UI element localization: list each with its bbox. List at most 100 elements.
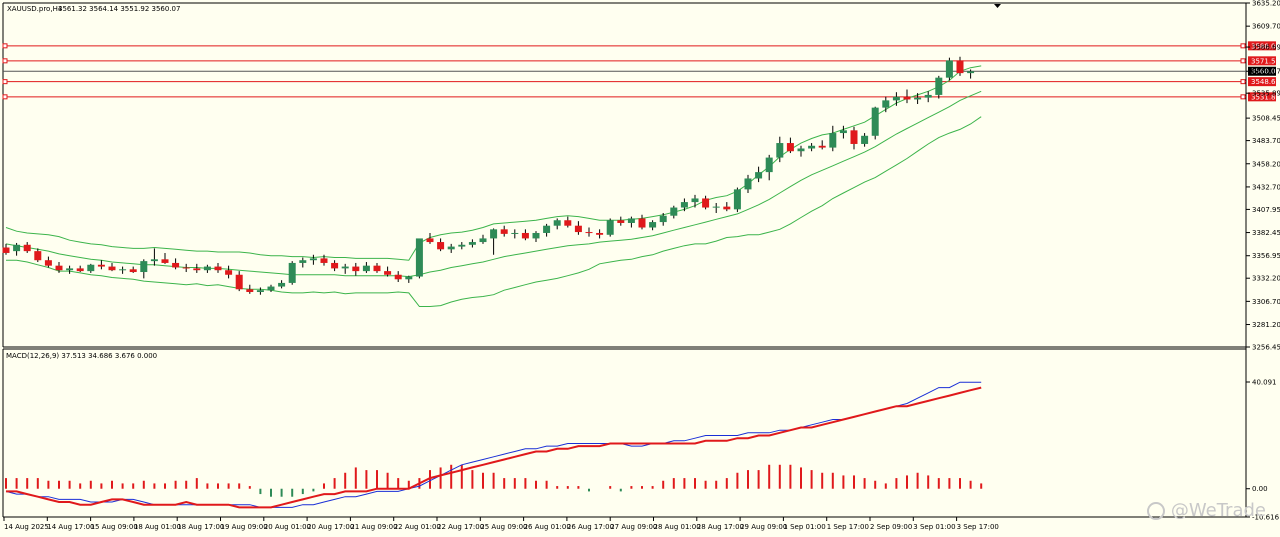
candle-body bbox=[712, 206, 720, 208]
candle-body bbox=[511, 232, 519, 234]
candle-body bbox=[776, 143, 784, 158]
time-tick-label: 21 Aug 09:00 bbox=[350, 523, 397, 531]
time-tick-label: 15 Aug 09:00 bbox=[91, 523, 138, 531]
price-tick-label: 3635.20 bbox=[1252, 0, 1280, 8]
candle-body bbox=[108, 266, 116, 271]
watermark-text: @WeTrade bbox=[1170, 500, 1266, 521]
candle-body bbox=[235, 274, 243, 290]
candle-body bbox=[649, 222, 657, 228]
candle-body bbox=[2, 247, 10, 253]
candle-body bbox=[437, 242, 445, 250]
candle-body bbox=[553, 220, 561, 226]
candle-body bbox=[914, 97, 922, 100]
candle-body bbox=[331, 262, 339, 269]
candle-body bbox=[309, 258, 317, 261]
candle-body bbox=[627, 218, 635, 223]
candle-body bbox=[924, 94, 932, 98]
price-tick-label: 3356.95 bbox=[1252, 252, 1280, 260]
candle-body bbox=[829, 133, 837, 148]
candle-body bbox=[214, 266, 222, 271]
candle-body bbox=[521, 232, 529, 239]
watermark: @WeTrade bbox=[1146, 500, 1266, 521]
price-tick-label: 3483.70 bbox=[1252, 137, 1280, 145]
time-tick-label: 26 Aug 01:00 bbox=[524, 523, 571, 531]
candle-body bbox=[34, 251, 42, 261]
candle-body bbox=[76, 268, 84, 272]
time-tick-label: 1 Sep 01:00 bbox=[783, 523, 825, 531]
candle-body bbox=[55, 265, 63, 271]
level-handle-left bbox=[2, 58, 8, 64]
candle-body bbox=[850, 130, 858, 144]
candle-body bbox=[702, 198, 710, 208]
candle-body bbox=[13, 244, 21, 252]
candle-body bbox=[617, 220, 625, 223]
wetrade-logo-icon bbox=[1146, 501, 1165, 520]
candle-body bbox=[744, 178, 752, 190]
price-tick-label: 3586.69 bbox=[1252, 44, 1280, 52]
candle-body bbox=[956, 60, 964, 74]
level-handle-right bbox=[1240, 94, 1246, 100]
candle-body bbox=[490, 229, 498, 239]
candle-body bbox=[468, 242, 476, 245]
candle-body bbox=[861, 135, 869, 144]
candle-body bbox=[384, 271, 392, 275]
level-handle-left bbox=[2, 94, 8, 100]
time-tick-label: 1 Sep 17:00 bbox=[827, 523, 869, 531]
level-price-label: 3571.53 bbox=[1251, 57, 1280, 65]
candle-body bbox=[23, 244, 31, 252]
price-tick-label: 3508.45 bbox=[1252, 115, 1280, 123]
level-handle-right bbox=[1240, 43, 1246, 49]
time-tick-label: 26 Aug 17:00 bbox=[567, 523, 614, 531]
candle-body bbox=[945, 60, 953, 78]
candle-body bbox=[500, 229, 508, 234]
candle-body bbox=[447, 246, 455, 250]
price-tick-label: 3407.95 bbox=[1252, 206, 1280, 214]
candle-body bbox=[203, 266, 211, 271]
trading-chart[interactable]: 3588.043571.533548.613531.893560.07 3635… bbox=[0, 0, 1280, 537]
candle-body bbox=[797, 148, 805, 152]
candle-body bbox=[320, 258, 328, 263]
candle-body bbox=[903, 96, 911, 100]
candle-body bbox=[733, 189, 741, 210]
candle-body bbox=[691, 198, 699, 203]
candle-body bbox=[574, 225, 582, 233]
candle-body bbox=[606, 220, 614, 235]
candle-body bbox=[415, 238, 423, 277]
time-tick-label: 3 Sep 17:00 bbox=[957, 523, 999, 531]
price-tick-label: 3560.07 bbox=[1252, 68, 1280, 76]
candle-body bbox=[267, 286, 275, 291]
candle-body bbox=[723, 206, 731, 210]
time-tick-label: 25 Aug 09:00 bbox=[480, 523, 527, 531]
candle-body bbox=[458, 244, 466, 247]
candle-body bbox=[680, 202, 688, 208]
candle-body bbox=[373, 265, 381, 272]
price-tick-label: 3332.20 bbox=[1252, 275, 1280, 283]
candle-body bbox=[44, 260, 52, 266]
candle-body bbox=[225, 270, 233, 275]
candle-body bbox=[882, 100, 890, 108]
candle-body bbox=[543, 225, 551, 233]
candle-body bbox=[755, 172, 763, 179]
time-tick-label: 19 Aug 09:00 bbox=[221, 523, 268, 531]
candle-body bbox=[405, 276, 413, 280]
time-tick-label: 14 Aug 2025 bbox=[4, 523, 49, 531]
macd-tick-label: 40.091 bbox=[1252, 379, 1277, 387]
time-tick-label: 20 Aug 17:00 bbox=[307, 523, 354, 531]
time-tick-label: 20 Aug 01:00 bbox=[264, 523, 311, 531]
candle-body bbox=[765, 157, 773, 173]
candle-body bbox=[786, 143, 794, 152]
candle-body bbox=[97, 264, 105, 267]
candle-body bbox=[246, 289, 254, 293]
candle-body bbox=[150, 259, 158, 262]
candle-body bbox=[818, 145, 826, 148]
candle-body bbox=[161, 259, 169, 263]
level-handle-left bbox=[2, 79, 8, 85]
candle-body bbox=[532, 232, 540, 239]
candle-body bbox=[341, 266, 349, 269]
level-handle-right bbox=[1240, 79, 1246, 85]
candle-body bbox=[172, 262, 180, 268]
macd-indicator-label: MACD(12,26,9) 37.513 34.686 3.676 0.000 bbox=[6, 352, 157, 360]
time-tick-label: 29 Aug 09:00 bbox=[740, 523, 787, 531]
candle-body bbox=[967, 71, 975, 74]
time-tick-label: 22 Aug 17:00 bbox=[437, 523, 484, 531]
